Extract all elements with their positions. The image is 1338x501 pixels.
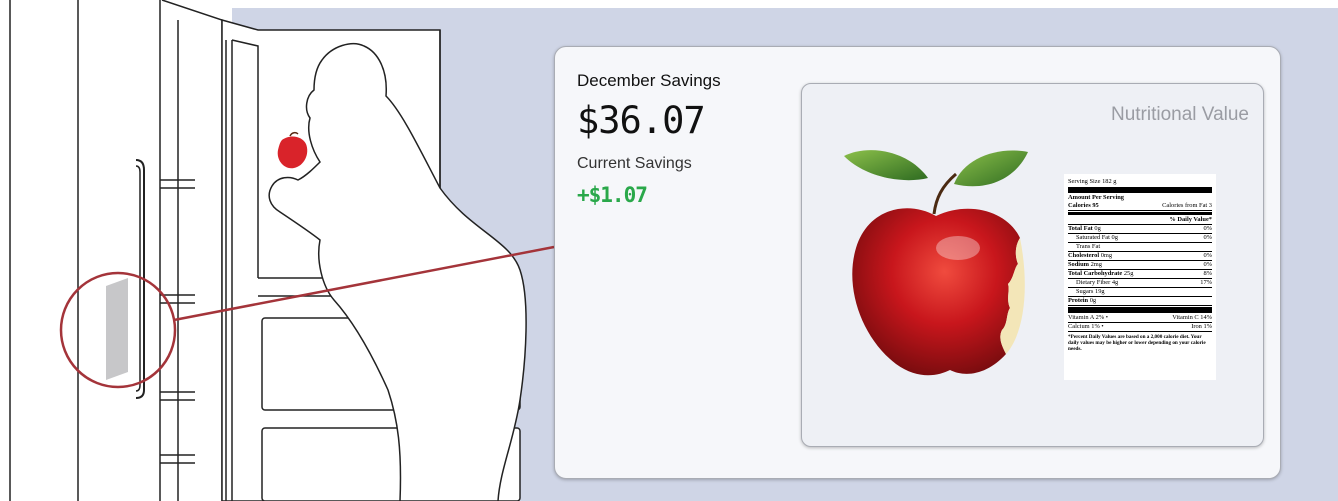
nutrition-card: Nutritional Value Serving Size 182 g Amo… <box>801 83 1264 447</box>
nutrient-name: Total Fat 0g <box>1068 225 1101 232</box>
nutrient-daily-value: 17% <box>1200 279 1212 286</box>
nutrient-row: Sugars 19g <box>1068 288 1212 297</box>
nutrient-name: Total Carbohydrate 25g <box>1068 270 1134 277</box>
amount-per-serving: Amount Per Serving <box>1068 194 1124 201</box>
nutrient-name: Protein 0g <box>1068 297 1097 304</box>
nutrient-daily-value: 0% <box>1203 225 1212 232</box>
nutrient-row: Protein 0g <box>1068 297 1212 306</box>
nutrient-row: Sodium 2mg 0% <box>1068 261 1212 270</box>
nutritional-value-title: Nutritional Value <box>1110 104 1249 125</box>
vitamin-right: Iron 1% <box>1191 323 1212 330</box>
illustration-stage: December Savings $36.07 Current Savings … <box>0 0 1338 501</box>
nutrient-name: Sodium 2mg <box>1068 261 1102 268</box>
nutrient-row: Cholesterol 0mg 0% <box>1068 252 1212 261</box>
vitamin-right: Vitamin C 14% <box>1172 314 1212 321</box>
nutrient-daily-value: 8% <box>1203 270 1212 277</box>
vitamin-rows: Vitamin A 2% • Vitamin C 14% Calcium 1% • I… <box>1068 314 1212 332</box>
label-divider <box>1068 187 1212 193</box>
december-savings-amount: $36.07 <box>577 99 706 142</box>
nutrient-row: Total Carbohydrate 25g 8% <box>1068 270 1212 279</box>
calories-row: Calories 95 Calories from Fat 3 <box>1068 202 1212 211</box>
label-divider <box>1068 307 1212 313</box>
nutrient-daily-value: 0% <box>1203 234 1212 241</box>
vitamin-row: Calcium 1% • Iron 1% <box>1068 323 1212 332</box>
nutrient-rows: Total Fat 0g 0% Saturated Fat 0g 0% Trans Fa… <box>1068 225 1212 306</box>
vitamin-left: Calcium 1% • <box>1068 323 1104 330</box>
serving-size: Serving Size 182 g <box>1068 178 1117 185</box>
nutrition-facts-label: Serving Size 182 g Amount Per Serving Ca… <box>1064 174 1216 380</box>
apple-image <box>844 150 1028 376</box>
daily-value-header: % Daily Value* <box>1068 216 1212 225</box>
label-divider <box>1068 212 1212 215</box>
door-display-panel <box>106 278 128 380</box>
nutrient-name: Saturated Fat 0g <box>1076 234 1118 241</box>
refrigerator-door <box>0 0 223 501</box>
nutrient-name: Trans Fat <box>1076 243 1101 250</box>
door-display-screen: December Savings $36.07 Current Savings … <box>554 46 1281 479</box>
nutrient-daily-value: 0% <box>1203 252 1212 259</box>
nutrient-name: Cholesterol 0mg <box>1068 252 1113 259</box>
nutrient-row: Total Fat 0g 0% <box>1068 225 1212 234</box>
footnote: *Percent Daily Values are based on a 2,0… <box>1068 334 1206 352</box>
nutrient-daily-value: 0% <box>1203 261 1212 268</box>
nutrient-name: Sugars 19g <box>1076 288 1105 295</box>
nutrient-row: Trans Fat <box>1068 243 1212 252</box>
current-savings-amount: +$1.07 <box>577 183 648 207</box>
current-savings-label: Current Savings <box>577 155 692 172</box>
nutrient-name: Dietary Fiber 4g <box>1076 279 1119 286</box>
nutrient-row: Dietary Fiber 4g 17% <box>1068 279 1212 288</box>
vitamin-left: Vitamin A 2% • <box>1068 314 1109 321</box>
vitamin-row: Vitamin A 2% • Vitamin C 14% <box>1068 314 1212 323</box>
december-savings-label: December Savings <box>577 71 721 90</box>
nutrient-row: Saturated Fat 0g 0% <box>1068 234 1212 243</box>
